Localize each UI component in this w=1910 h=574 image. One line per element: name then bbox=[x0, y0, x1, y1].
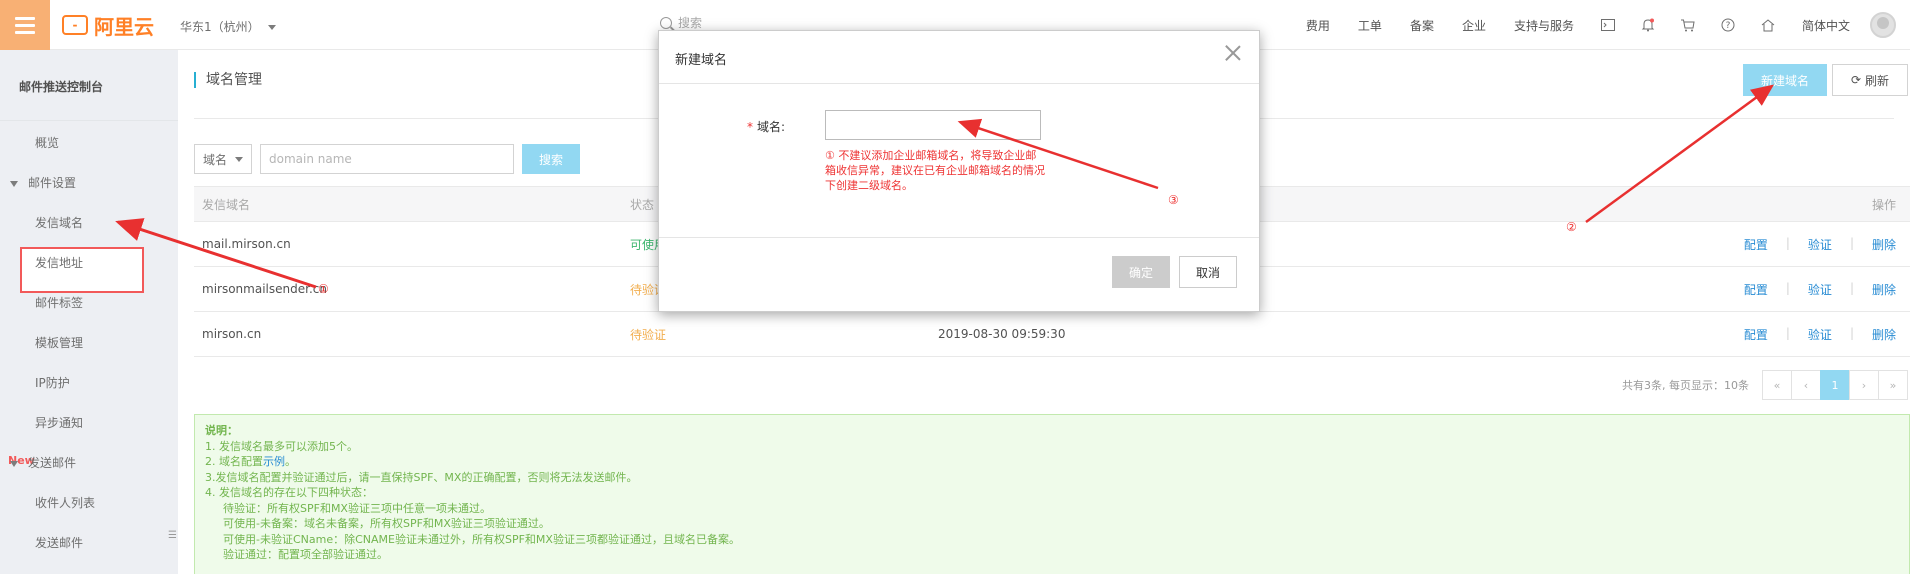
domain-warning-text: ① 不建议添加企业邮箱域名，将导致企业邮箱收信异常，建议在已有企业邮箱域名的情况… bbox=[825, 149, 1045, 192]
confirm-button[interactable]: 确定 bbox=[1112, 256, 1170, 288]
dialog-title: 新建域名 bbox=[675, 53, 728, 68]
required-mark: * bbox=[747, 120, 753, 134]
close-icon[interactable] bbox=[1223, 43, 1243, 63]
domain-name-input[interactable] bbox=[825, 110, 1041, 140]
domain-field-label-text: 域名: bbox=[757, 120, 786, 134]
cancel-button[interactable]: 取消 bbox=[1179, 256, 1237, 288]
dialog-divider bbox=[659, 237, 1259, 238]
annotation-number-3: ③ bbox=[1168, 193, 1179, 207]
domain-field-label: * 域名: bbox=[747, 118, 785, 135]
dialog-divider bbox=[659, 83, 1259, 84]
annotation-number-2: ② bbox=[1566, 220, 1577, 234]
new-domain-dialog: 新建域名 * 域名: ① 不建议添加企业邮箱域名，将导致企业邮箱收信异常，建议在已… bbox=[658, 30, 1260, 312]
annotation-number-1: ① bbox=[318, 282, 329, 296]
